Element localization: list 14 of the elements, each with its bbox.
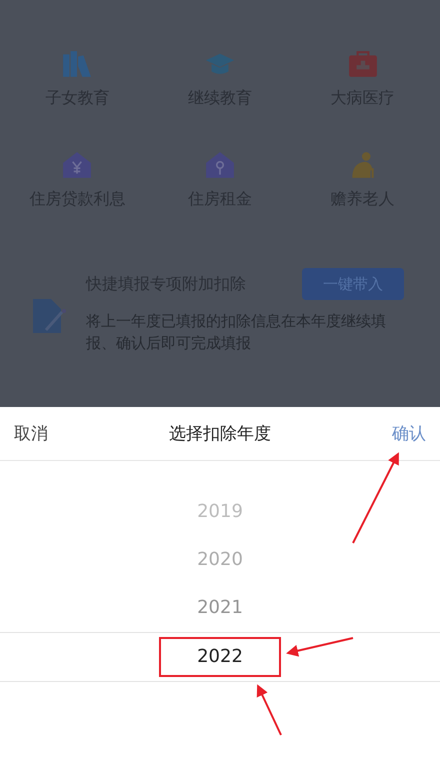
year-option[interactable]: 2022 <box>159 637 281 677</box>
house-icon <box>204 151 235 179</box>
cancel-button[interactable]: 取消 <box>14 422 48 445</box>
year-option[interactable]: 2019 <box>159 492 281 532</box>
confirm-button[interactable]: 确认 <box>392 422 426 445</box>
document-pen-icon <box>32 298 66 334</box>
picker-title: 选择扣除年度 <box>169 423 271 445</box>
books-icon <box>62 50 92 78</box>
year-option[interactable]: 2021 <box>159 588 281 628</box>
annotation-arrow <box>286 637 354 657</box>
medical-kit-icon <box>348 50 378 78</box>
annotation-arrow <box>256 684 282 736</box>
house-icon <box>62 151 92 179</box>
year-option[interactable]: 2020 <box>159 540 281 580</box>
